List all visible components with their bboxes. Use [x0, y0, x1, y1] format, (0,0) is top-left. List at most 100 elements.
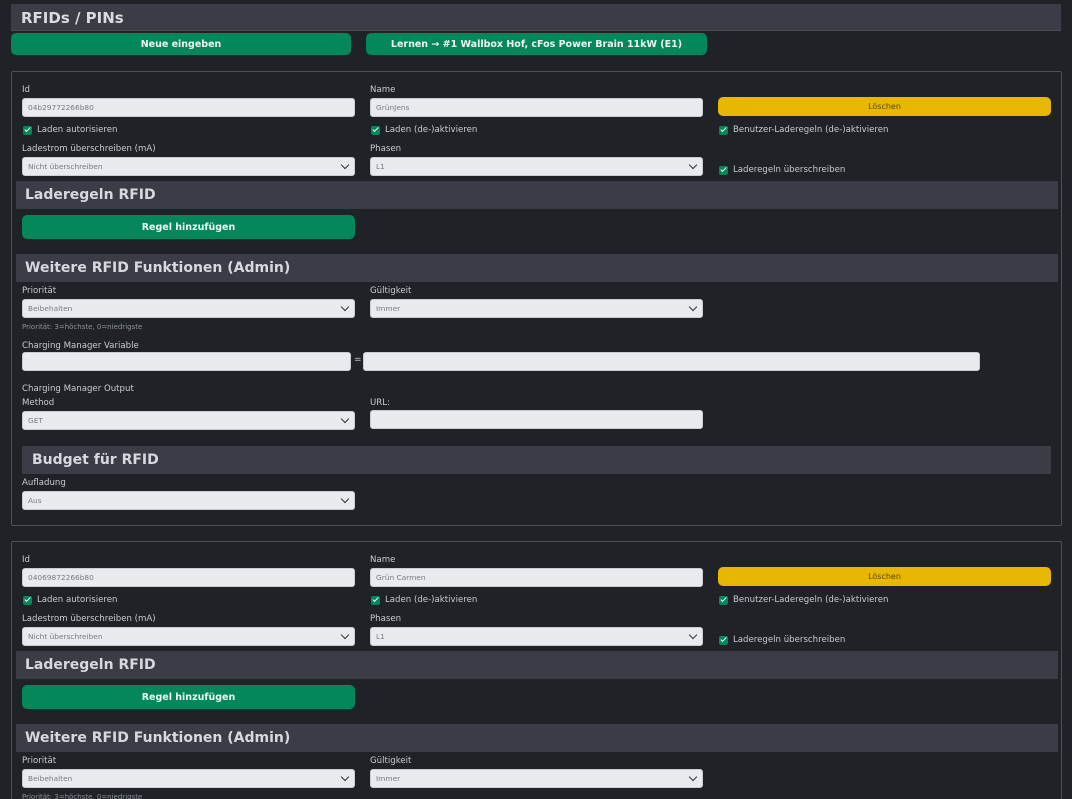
validity-label: Gültigkeit: [370, 756, 412, 766]
phases-select[interactable]: L1: [370, 157, 703, 176]
auth-checkbox-label: Laden autorisieren: [37, 595, 118, 605]
cm-variable-input[interactable]: [22, 352, 351, 371]
cm-value-input[interactable]: [363, 352, 980, 371]
name-input[interactable]: GrünJens: [370, 98, 703, 117]
toggle-checkbox-label: Laden (de-)aktivieren: [385, 125, 478, 135]
admin-section-header: Weitere RFID Funktionen (Admin): [16, 724, 1058, 752]
admin-section-title: Weitere RFID Funktionen (Admin): [25, 260, 291, 276]
phases-value: L1: [376, 162, 385, 171]
user-rules-checkbox-row[interactable]: Benutzer-Laderegeln (de-)aktivieren: [719, 595, 888, 605]
rules-section-header: Laderegeln RFID: [16, 651, 1058, 679]
delete-button[interactable]: Löschen: [718, 567, 1051, 586]
override-rules-checkbox[interactable]: [719, 165, 728, 175]
name-label: Name: [370, 85, 396, 95]
chevron-down-icon: [340, 630, 350, 640]
name-value: Grün Carmen: [376, 573, 426, 582]
method-label: Method: [22, 398, 55, 408]
toggle-checkbox-label: Laden (de-)aktivieren: [385, 595, 478, 605]
name-value: GrünJens: [376, 103, 410, 112]
auth-checkbox[interactable]: [23, 125, 32, 135]
page-header: RFIDs / PINs: [11, 4, 1061, 31]
auth-checkbox[interactable]: [23, 595, 32, 605]
admin-section-header: Weitere RFID Funktionen (Admin): [16, 254, 1058, 282]
new-entry-button[interactable]: Neue eingeben: [11, 33, 351, 55]
toggle-checkbox-row[interactable]: Laden (de-)aktivieren: [371, 595, 477, 605]
charging-select[interactable]: Aus: [22, 491, 355, 510]
priority-hint: Priorität: 3=höchste, 0=niedrigste: [22, 323, 143, 331]
url-input[interactable]: [370, 410, 703, 429]
user-rules-checkbox[interactable]: [719, 595, 728, 605]
method-value: GET: [28, 416, 43, 425]
current-select[interactable]: Nicht überschreiben: [22, 627, 355, 646]
chevron-down-icon: [688, 302, 698, 312]
validity-value: Immer: [376, 774, 401, 783]
equals-sign: =: [354, 355, 362, 365]
chevron-down-icon: [688, 160, 698, 170]
id-label: Id: [22, 85, 30, 95]
priority-value: Beibehalten: [28, 304, 73, 313]
budget-section-title: Budget für RFID: [32, 452, 159, 468]
learn-button[interactable]: Lernen → #1 Wallbox Hof, cFos Power Brai…: [366, 33, 707, 55]
id-value: 04b29772266b80: [28, 103, 94, 112]
toggle-checkbox[interactable]: [371, 125, 380, 135]
override-rules-checkbox[interactable]: [719, 635, 728, 645]
url-label: URL:: [370, 398, 390, 408]
chevron-down-icon: [340, 302, 350, 312]
override-rules-checkbox-label: Laderegeln überschreiben: [733, 635, 846, 645]
add-rule-button[interactable]: Regel hinzufügen: [22, 685, 355, 709]
validity-value: Immer: [376, 304, 401, 313]
current-value: Nicht überschreiben: [28, 632, 103, 641]
current-select[interactable]: Nicht überschreiben: [22, 157, 355, 176]
validity-label: Gültigkeit: [370, 286, 412, 296]
override-rules-checkbox-row[interactable]: Laderegeln überschreiben: [719, 635, 845, 645]
budget-section-header: Budget für RFID: [22, 446, 1051, 474]
delete-button[interactable]: Löschen: [718, 97, 1051, 116]
name-input[interactable]: Grün Carmen: [370, 568, 703, 587]
method-select[interactable]: GET: [22, 411, 355, 430]
add-rule-button[interactable]: Regel hinzufügen: [22, 215, 355, 239]
rules-section-title: Laderegeln RFID: [25, 657, 156, 673]
chevron-down-icon: [688, 630, 698, 640]
chevron-down-icon: [340, 772, 350, 782]
user-rules-checkbox[interactable]: [719, 125, 728, 135]
validity-select[interactable]: Immer: [370, 299, 703, 318]
priority-select[interactable]: Beibehalten: [22, 299, 355, 318]
current-label: Ladestrom überschreiben (mA): [22, 144, 156, 154]
chevron-down-icon: [340, 160, 350, 170]
user-rules-checkbox-row[interactable]: Benutzer-Laderegeln (de-)aktivieren: [719, 125, 888, 135]
rules-section-header: Laderegeln RFID: [16, 181, 1058, 209]
auth-checkbox-row[interactable]: Laden autorisieren: [23, 125, 117, 135]
id-label: Id: [22, 555, 30, 565]
id-input[interactable]: 04b29772266b80: [22, 98, 355, 117]
id-value: 04069872266b80: [28, 573, 94, 582]
override-rules-checkbox-label: Laderegeln überschreiben: [733, 165, 846, 175]
current-value: Nicht überschreiben: [28, 162, 103, 171]
override-rules-checkbox-row[interactable]: Laderegeln überschreiben: [719, 165, 845, 175]
phases-label: Phasen: [370, 144, 402, 154]
auth-checkbox-row[interactable]: Laden autorisieren: [23, 595, 117, 605]
chevron-down-icon: [340, 414, 350, 424]
phases-value: L1: [376, 632, 385, 641]
chevron-down-icon: [688, 772, 698, 782]
user-rules-checkbox-label: Benutzer-Laderegeln (de-)aktivieren: [733, 125, 889, 135]
id-input[interactable]: 04069872266b80: [22, 568, 355, 587]
priority-label: Priorität: [22, 286, 57, 296]
user-rules-checkbox-label: Benutzer-Laderegeln (de-)aktivieren: [733, 595, 889, 605]
priority-value: Beibehalten: [28, 774, 73, 783]
priority-select[interactable]: Beibehalten: [22, 769, 355, 788]
charging-value: Aus: [28, 496, 42, 505]
name-label: Name: [370, 555, 396, 565]
current-label: Ladestrom überschreiben (mA): [22, 614, 156, 624]
admin-section-title: Weitere RFID Funktionen (Admin): [25, 730, 291, 746]
page-title: RFIDs / PINs: [21, 9, 124, 27]
validity-select[interactable]: Immer: [370, 769, 703, 788]
phases-select[interactable]: L1: [370, 627, 703, 646]
toggle-checkbox-row[interactable]: Laden (de-)aktivieren: [371, 125, 477, 135]
cm-variable-label: Charging Manager Variable: [22, 341, 139, 351]
charging-label: Aufladung: [22, 478, 66, 488]
cm-output-label: Charging Manager Output: [22, 384, 134, 394]
toggle-checkbox[interactable]: [371, 595, 380, 605]
priority-hint: Priorität: 3=höchste, 0=niedrigste: [22, 793, 143, 799]
priority-label: Priorität: [22, 756, 57, 766]
phases-label: Phasen: [370, 614, 402, 624]
